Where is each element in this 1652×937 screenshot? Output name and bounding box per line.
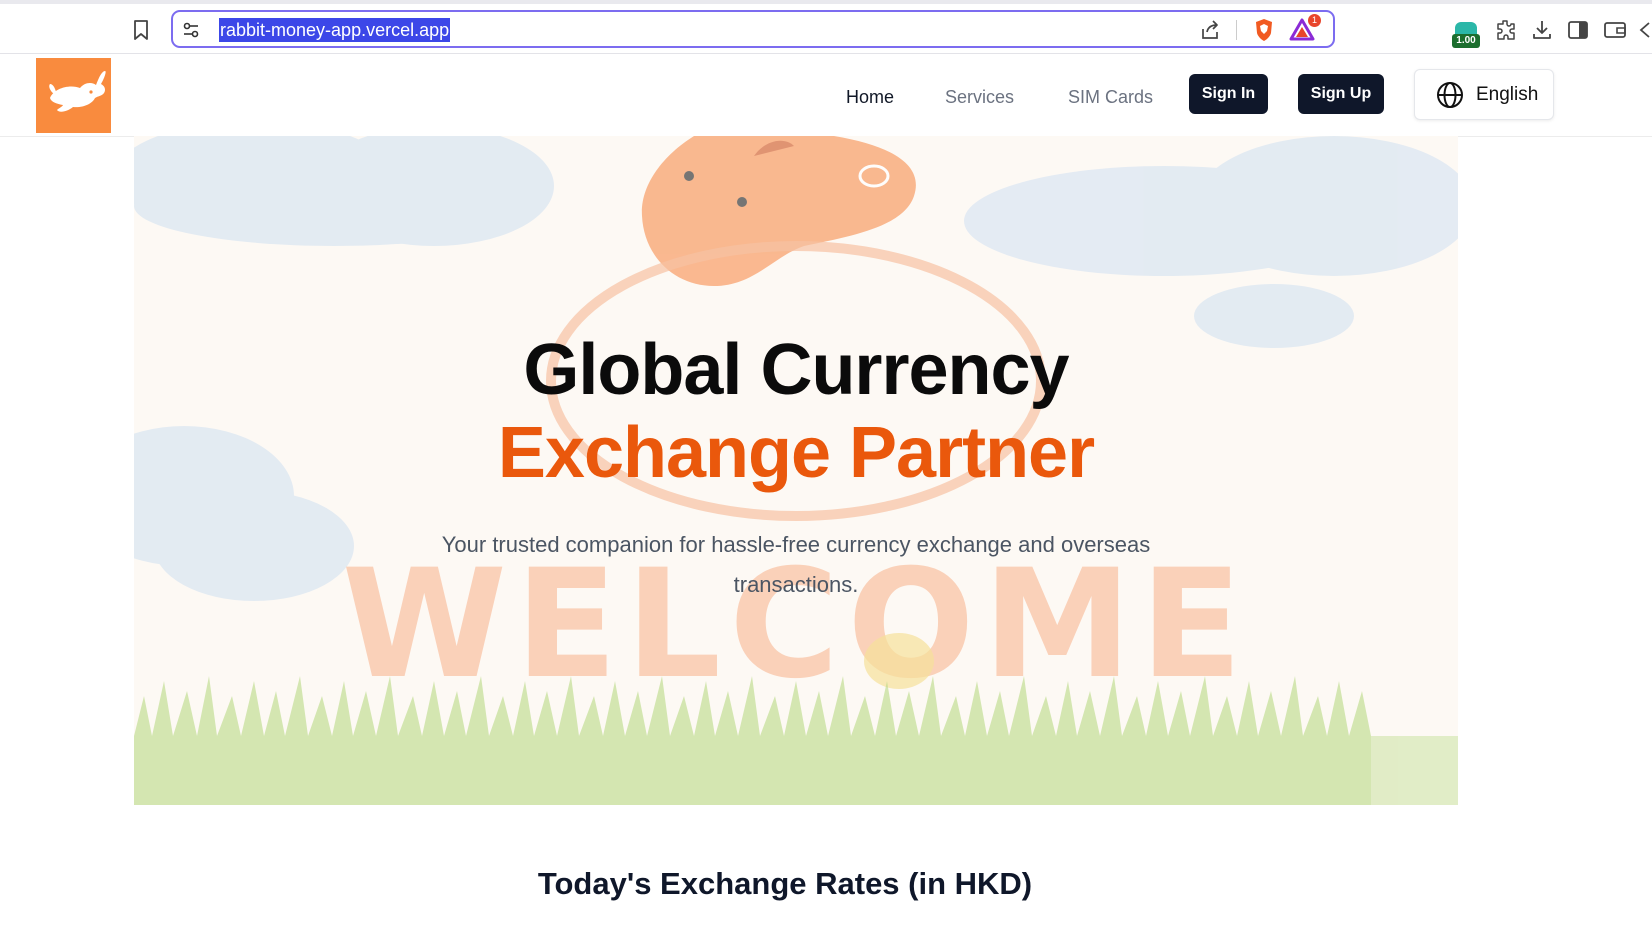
bookmark-icon[interactable]: [130, 18, 152, 42]
sign-in-button[interactable]: Sign In: [1189, 74, 1268, 114]
chevron-left-icon[interactable]: [1636, 18, 1652, 42]
grass: [134, 676, 1458, 805]
rabbit-logo[interactable]: [36, 58, 111, 133]
site-header: Home Services SIM Cards Sign In Sign Up …: [0, 54, 1652, 137]
extensions-icon[interactable]: [1494, 18, 1518, 42]
hero-subtitle: Your trusted companion for hassle-free c…: [396, 525, 1196, 605]
nav-services[interactable]: Services: [945, 87, 1014, 108]
address-bar[interactable]: rabbit-money-app.vercel.app 1: [171, 10, 1335, 48]
nav-home[interactable]: Home: [846, 87, 894, 108]
url-text[interactable]: rabbit-money-app.vercel.app: [219, 18, 451, 42]
share-icon[interactable]: [1199, 19, 1221, 41]
token-extension-icon[interactable]: 1.00: [1452, 20, 1480, 48]
chick-shape: [864, 633, 934, 689]
rewards-badge: 1: [1308, 14, 1321, 27]
download-icon[interactable]: [1530, 18, 1554, 42]
divider: [1236, 20, 1237, 40]
exchange-rates-heading: Today's Exchange Rates (in HKD): [537, 866, 1033, 901]
language-label: English: [1476, 84, 1539, 105]
brave-rewards-icon[interactable]: 1: [1289, 14, 1321, 42]
hero-section: WELCOME Global Currency Exchange Partner…: [134, 136, 1458, 805]
sign-up-button[interactable]: Sign Up: [1298, 74, 1384, 114]
hero-title-line-1: Global Currency: [523, 330, 1069, 410]
browser-toolbar: rabbit-money-app.vercel.app 1 1.00: [0, 0, 1652, 54]
site-settings-icon[interactable]: [181, 20, 201, 40]
sidebar-icon[interactable]: [1566, 18, 1590, 42]
wallet-icon[interactable]: [1603, 18, 1627, 42]
hero-subtitle-line-2: transactions.: [733, 572, 859, 597]
nav-sim-cards[interactable]: SIM Cards: [1068, 87, 1153, 108]
hero-subtitle-line-1: Your trusted companion for hassle-free c…: [441, 532, 1151, 557]
globe-icon: [1437, 82, 1463, 108]
brave-shield-icon[interactable]: [1253, 18, 1275, 42]
hero-title-line-2: Exchange Partner: [497, 413, 1095, 493]
token-extension-value: 1.00: [1452, 34, 1480, 48]
language-selector[interactable]: English: [1414, 69, 1554, 120]
